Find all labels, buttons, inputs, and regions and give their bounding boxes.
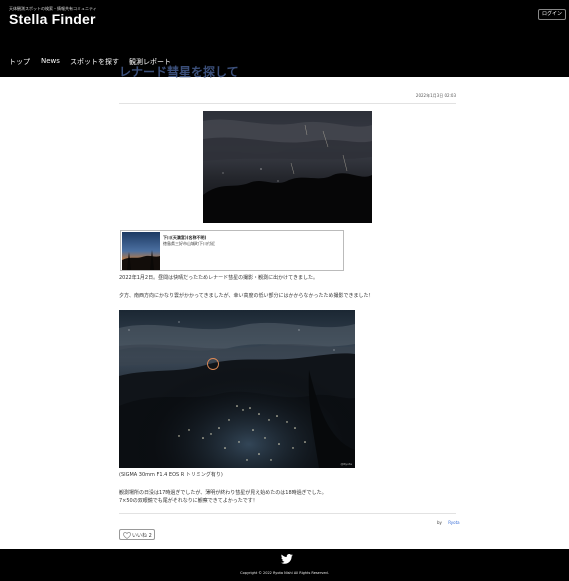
article-paragraph: 2022年1月2日。昼間は快晴だったためレナード彗星の撮影・観測に出かけてきまし…	[119, 275, 318, 281]
photo-caption: (SIGMA 30mm F1.4 EOS R トリミング有り)	[119, 472, 223, 478]
article-photo-comet-wide[interactable]	[203, 111, 372, 223]
spot-address: 徳島県三好市山城町下川付近	[163, 241, 215, 246]
photo-watermark: @Ryota	[340, 462, 352, 466]
article-date: 2022年1月3日 02:03	[415, 93, 456, 98]
main-nav: トップ News スポットを探す 観測レポート	[0, 50, 569, 77]
twitter-icon[interactable]	[281, 554, 293, 564]
spot-thumbnail	[122, 232, 160, 270]
article-paragraph: 夕方、南西方向にかなり雲がかかってきましたが、幸い高度の低い部分にはかからなかっ…	[119, 293, 374, 299]
copyright-text: Copyright © 2022 Ryota Nishi All Rights …	[240, 571, 329, 575]
article-title: レナード彗星を探して	[119, 65, 239, 79]
byline: by Ryota	[437, 520, 460, 525]
byline-prefix: by	[437, 520, 442, 525]
nav-item-top[interactable]: トップ	[9, 57, 30, 67]
article-paragraph: 観測場所の日没は17時過ぎでしたが、薄明が終わり彗星が見え始めたのは18時過ぎで…	[119, 490, 327, 496]
nav-item-find-spots[interactable]: スポットを探す	[70, 57, 119, 67]
site-footer: Copyright © 2022 Ryota Nishi All Rights …	[0, 549, 569, 581]
login-button[interactable]: ログイン	[537, 9, 566, 20]
nav-item-news[interactable]: News	[41, 57, 60, 65]
title-divider	[119, 103, 456, 104]
site-title[interactable]: Stella Finder	[9, 11, 96, 27]
article-photo-comet-night-valley[interactable]: @Ryota	[119, 310, 355, 468]
content-divider	[119, 513, 456, 514]
heart-icon	[123, 532, 131, 539]
article-paragraph: 7×50の双眼鏡でも尾がそれなりに観察できてよかったです！	[119, 498, 258, 504]
site-header: 天体観測スポットの検索・情報共有コミュニティ Stella Finder ログイ…	[0, 0, 569, 50]
like-count-label: いいね 2	[132, 533, 152, 539]
author-link[interactable]: Ryota	[448, 520, 459, 525]
observation-spot-card[interactable]: 下川(天満宮)(名称不明) 徳島県三好市山城町下川付近	[120, 230, 344, 271]
like-button[interactable]: いいね 2	[119, 529, 155, 540]
